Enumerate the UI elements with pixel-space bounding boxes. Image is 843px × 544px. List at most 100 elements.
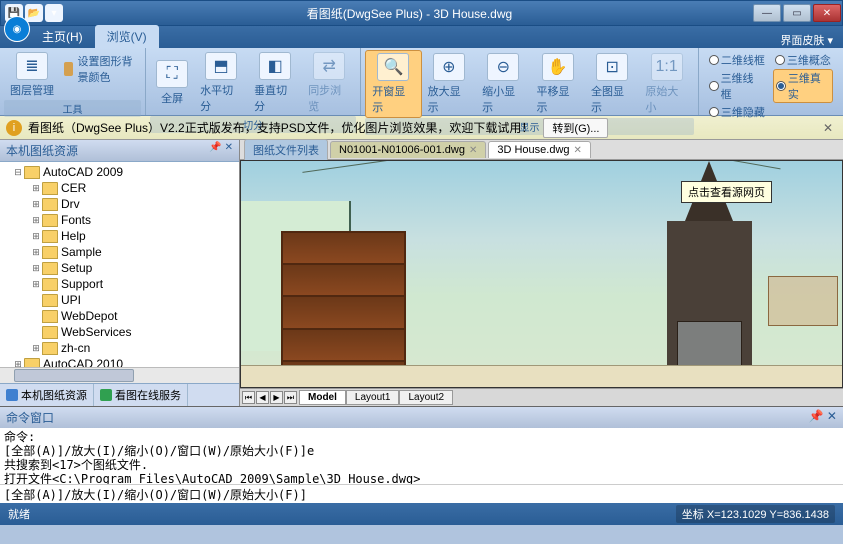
layer-manage-label: 图层管理 [10, 82, 54, 98]
sync-browse-button: ⇄ 同步浏览 [302, 50, 356, 116]
tab-online-service[interactable]: 看图在线服务 [94, 384, 188, 406]
sync-icon: ⇄ [313, 52, 345, 80]
tree-item[interactable]: ⊞Support [2, 276, 237, 292]
info-icon: i [6, 120, 22, 136]
command-title: 命令窗口 📌 ✕ [0, 407, 843, 428]
fullscreen-label: 全屏 [161, 90, 183, 106]
tree-item[interactable]: UPI [2, 292, 237, 308]
zoom-in-label: 放大显示 [428, 83, 470, 115]
bg-color-label: 设置图形背景颜色 [77, 53, 137, 85]
opt-3d-wireframe[interactable]: 三维线框 [709, 69, 763, 103]
layout-tab[interactable]: Layout2 [399, 390, 453, 405]
tree-item[interactable]: ⊞Drv [2, 196, 237, 212]
menubar: ◉ 主页(H) 浏览(V) 界面皮肤 ▾ [0, 26, 843, 48]
hsplit-label: 水平切分 [200, 82, 242, 114]
pan-label: 平移显示 [537, 83, 579, 115]
vsplit-button[interactable]: ◧ 垂直切分 [248, 50, 302, 116]
pan-button[interactable]: ✋ 平移显示 [531, 50, 585, 118]
bg-color-button[interactable]: 设置图形背景颜色 [62, 52, 139, 86]
window-zoom-button[interactable]: 🔍 开窗显示 [365, 50, 421, 118]
vsplit-icon: ◧ [259, 52, 291, 80]
view-area: 图纸文件列表 N01001-N01006-001.dwg✕ 3D House.d… [240, 140, 843, 406]
skin-menu[interactable]: 界面皮肤 ▾ [780, 32, 843, 48]
pan-icon: ✋ [542, 53, 574, 81]
tab-home[interactable]: 主页(H) [30, 25, 95, 48]
cmd-pin-icon[interactable]: 📌 ✕ [809, 409, 837, 426]
command-panel: 命令窗口 📌 ✕ 命令: [全部(A)]/放大(I)/缩小(O)/窗口(W)/原… [0, 406, 843, 503]
window-title: 看图纸(DwgSee Plus) - 3D House.dwg [67, 5, 752, 22]
tree-item[interactable]: ⊞Help [2, 228, 237, 244]
tree-item[interactable]: ⊞CER [2, 180, 237, 196]
tab-close-icon[interactable]: ✕ [469, 145, 477, 156]
tree-scrollbar[interactable] [0, 367, 239, 383]
command-output: 命令: [全部(A)]/放大(I)/缩小(O)/窗口(W)/原始大小(F)]e … [0, 428, 843, 484]
fullscreen-button[interactable]: ⛶ 全屏 [150, 50, 194, 116]
original-size-button: 1:1 原始大小 [639, 50, 693, 118]
file-tab[interactable]: N01001-N01006-001.dwg✕ [330, 141, 486, 158]
main-area: 本机图纸资源 📌 ✕ ⊟AutoCAD 2009 ⊞CER ⊞Drv ⊞Font… [0, 140, 843, 406]
qat-dropdown-icon[interactable]: ▾ [45, 4, 63, 22]
tree-item[interactable]: ⊞Fonts [2, 212, 237, 228]
opt-2d-wireframe[interactable]: 二维线框 [709, 52, 765, 68]
status-coords: 坐标 X=123.1029 Y=836.1438 [676, 505, 835, 523]
vsplit-label: 垂直切分 [254, 82, 296, 114]
tree-item[interactable]: ⊞zh-cn [2, 340, 237, 356]
close-button[interactable]: ✕ [813, 4, 841, 22]
original-icon: 1:1 [651, 53, 683, 81]
opt-3d-hidden[interactable]: 三维隐藏 [709, 104, 765, 120]
fit-all-button[interactable]: ⊡ 全图显示 [585, 50, 639, 118]
source-link-tooltip[interactable]: 点击查看源网页 [681, 181, 772, 203]
tree-item[interactable]: WebServices [2, 324, 237, 340]
zoom-in-icon: ⊕ [433, 53, 465, 81]
left-panel-title: 本机图纸资源 📌 ✕ [0, 140, 239, 162]
file-tab[interactable]: 3D House.dwg✕ [488, 141, 591, 158]
tree-item[interactable]: ⊞AutoCAD 2010 [2, 356, 237, 367]
maximize-button[interactable]: ▭ [783, 4, 811, 22]
original-label: 原始大小 [645, 83, 687, 115]
infobar-close[interactable]: ✕ [819, 121, 837, 135]
fullscreen-icon: ⛶ [156, 60, 188, 88]
goto-button[interactable]: 转到(G)... [543, 118, 608, 138]
status-ready: 就绪 [8, 506, 30, 522]
zoom-in-button[interactable]: ⊕ 放大显示 [422, 50, 476, 118]
file-tab-list[interactable]: 图纸文件列表 [244, 139, 328, 160]
palette-icon [64, 62, 73, 76]
tab-view[interactable]: 浏览(V) [95, 25, 159, 48]
qat-open-icon[interactable]: 📂 [25, 4, 43, 22]
fit-all-icon: ⊡ [596, 53, 628, 81]
ribbon: ≣ 图层管理 设置图形背景颜色 工具 ⛶ 全屏 ⬒ 水平切分 ◧ [0, 48, 843, 116]
folder-tree[interactable]: ⊟AutoCAD 2009 ⊞CER ⊞Drv ⊞Fonts ⊞Help ⊞Sa… [0, 162, 239, 367]
tree-item[interactable]: WebDepot [2, 308, 237, 324]
group-tools-label: 工具 [4, 100, 141, 117]
tab-close-icon[interactable]: ✕ [574, 145, 582, 156]
left-panel: 本机图纸资源 📌 ✕ ⊟AutoCAD 2009 ⊞CER ⊞Drv ⊞Font… [0, 140, 240, 406]
window-zoom-icon: 🔍 [377, 53, 409, 81]
layout-tab[interactable]: Layout1 [346, 390, 400, 405]
opt-3d-concept[interactable]: 三维概念 [775, 52, 831, 68]
sync-label: 同步浏览 [308, 82, 350, 114]
window-zoom-label: 开窗显示 [372, 83, 414, 115]
zoom-out-icon: ⊖ [487, 53, 519, 81]
drawing-canvas[interactable]: 点击查看源网页 [240, 160, 843, 388]
layout-tab-model[interactable]: Model [299, 390, 346, 405]
infobar-text: 看图纸（DwgSee Plus）V2.2正式版发布，支持PSD文件，优化图片浏览… [28, 119, 533, 136]
tree-item[interactable]: ⊞Sample [2, 244, 237, 260]
tab-local-resources[interactable]: 本机图纸资源 [0, 384, 94, 406]
fit-all-label: 全图显示 [591, 83, 633, 115]
nav-next-icon[interactable]: ▶ [270, 391, 283, 404]
tree-item[interactable]: ⊟AutoCAD 2009 [2, 164, 237, 180]
panel-pin-icon[interactable]: 📌 ✕ [209, 142, 233, 159]
hsplit-button[interactable]: ⬒ 水平切分 [194, 50, 248, 116]
zoom-out-button[interactable]: ⊖ 缩小显示 [476, 50, 530, 118]
hsplit-icon: ⬒ [205, 52, 237, 80]
nav-prev-icon[interactable]: ◀ [256, 391, 269, 404]
layer-manage-button[interactable]: ≣ 图层管理 [4, 50, 60, 100]
opt-3d-realistic[interactable]: 三维真实 [773, 69, 833, 103]
nav-first-icon[interactable]: ⏮ [242, 391, 255, 404]
statusbar: 就绪 坐标 X=123.1029 Y=836.1438 [0, 503, 843, 525]
tree-item[interactable]: ⊞Setup [2, 260, 237, 276]
nav-last-icon[interactable]: ⏭ [284, 391, 297, 404]
minimize-button[interactable]: — [753, 4, 781, 22]
app-icon[interactable]: ◉ [4, 16, 30, 42]
command-input[interactable] [0, 485, 843, 503]
